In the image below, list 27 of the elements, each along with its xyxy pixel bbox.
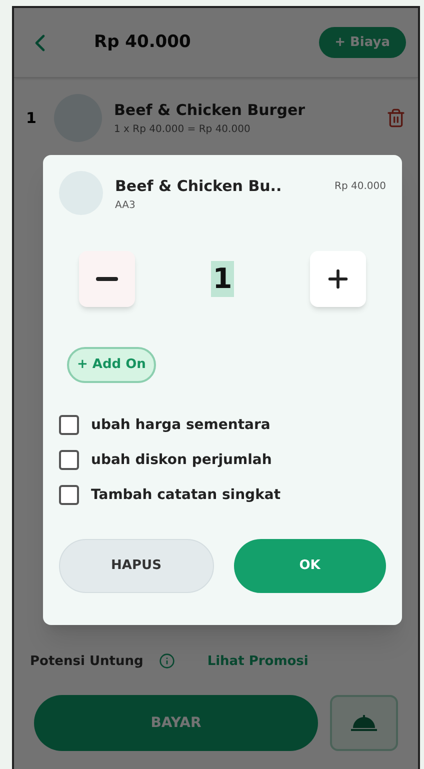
ok-button[interactable]: OK [234,539,386,593]
item-code: AA3 [115,198,136,212]
option-label: ubah harga sementara [91,416,270,434]
quantity-field[interactable]: 1 [210,261,234,297]
add-on-button[interactable]: + Add On [67,347,156,382]
promo-link[interactable]: Lihat Promosi [207,652,308,671]
checkbox[interactable] [59,415,79,435]
option-label: Tambah catatan singkat [91,486,281,504]
profit-label: Potensi Untung [30,652,144,670]
serve-button[interactable] [330,695,398,751]
increase-button[interactable] [310,251,366,307]
cloche-icon [351,714,377,732]
header-title: Rp 40.000 [94,30,191,54]
dialog-item-name: Beef & Chicken Bu.. [115,176,282,197]
item-name: Beef & Chicken Burger [114,100,306,122]
trash-icon[interactable] [386,108,406,128]
minus-icon [96,277,118,281]
delete-button[interactable]: HAPUS [59,539,214,593]
decrease-button[interactable] [79,251,135,307]
item-number: 1 [26,108,38,129]
add-cost-button[interactable]: + Biaya [318,26,406,58]
pay-button[interactable]: BAYAR [34,695,318,751]
checkbox[interactable] [59,485,79,505]
checkbox[interactable] [59,450,79,470]
item-detail: 1 x Rp 40.000 = Rp 40.000 [114,122,252,137]
item-price: Rp 40.000 [334,180,386,194]
option-label: ubah diskon perjumlah [91,450,272,470]
